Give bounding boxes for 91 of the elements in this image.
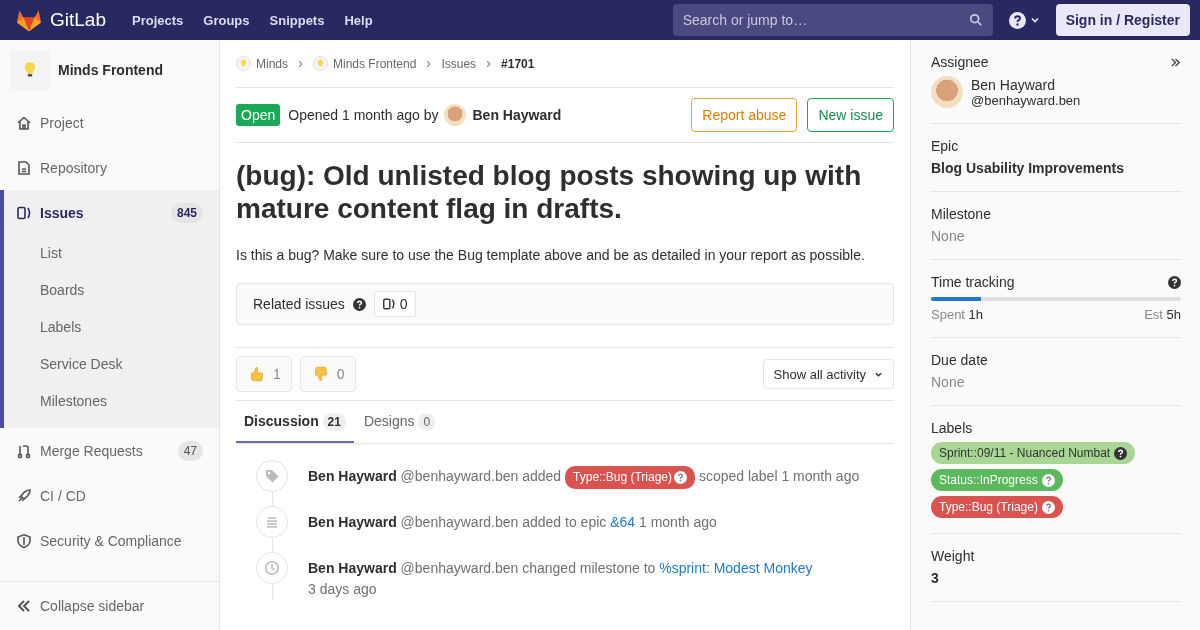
- status-badge: Open: [236, 104, 281, 126]
- new-issue-button[interactable]: New issue: [807, 98, 894, 132]
- help-icon[interactable]: [352, 297, 366, 311]
- sidebar-item[interactable]: Security & Compliance: [0, 518, 219, 563]
- help-icon[interactable]: [1114, 446, 1128, 460]
- block-title: Labels: [931, 420, 974, 436]
- label-badge[interactable]: Type::Bug (Triage): [931, 496, 1063, 518]
- block-title: Due date: [931, 352, 989, 368]
- sidebar-item[interactable]: Issues 845: [0, 190, 219, 235]
- nav-link[interactable]: Help: [334, 12, 383, 28]
- lightbulb-icon: [10, 50, 50, 90]
- expand-icon[interactable]: [1170, 56, 1181, 68]
- estimate-text: Est 5h: [1144, 307, 1181, 322]
- note-text: 3 days ago: [308, 581, 377, 597]
- fox-logo-icon[interactable]: [16, 8, 42, 32]
- related-issues-count[interactable]: 0: [373, 291, 416, 317]
- label-badge[interactable]: Sprint::09/11 - Nuanced Numbat: [931, 442, 1136, 464]
- spent-text: Spent 1h: [931, 307, 984, 322]
- nav-link[interactable]: Groups: [193, 12, 260, 28]
- lightbulb-icon: [313, 56, 328, 71]
- count-badge: 47: [177, 440, 203, 461]
- merge-request-icon: [16, 442, 32, 459]
- search-field[interactable]: Search or jump to…: [672, 4, 993, 36]
- weight-value: 3: [931, 570, 940, 586]
- caret-icon[interactable]: [1029, 15, 1040, 25]
- count-badge: 845: [170, 202, 203, 223]
- block-title: Epic: [931, 138, 960, 154]
- sidebar-item[interactable]: CI / CD: [0, 473, 219, 518]
- breadcrumb-link[interactable]: #1701: [501, 56, 535, 71]
- avatar: [444, 104, 467, 126]
- assignee-name[interactable]: Ben Hayward: [971, 76, 1081, 93]
- help-icon[interactable]: [1008, 11, 1026, 29]
- thumbs-down-button[interactable]: 0: [299, 356, 356, 392]
- sidebar-item[interactable]: Project: [0, 100, 219, 145]
- note-author[interactable]: Ben Hayward: [308, 560, 397, 576]
- issue-title: (bug): Old unlisted blog posts showing up with mature content flag in drafts.: [236, 159, 863, 225]
- sidebar-subitem[interactable]: List: [0, 235, 219, 272]
- home-icon: [16, 114, 32, 131]
- sign-in-button[interactable]: Sign in / Register: [1055, 4, 1190, 36]
- issue-description: Is this a bug? Make sure to use the Bug template above and be as detailed in your report as possible.: [236, 247, 866, 263]
- lightbulb-icon: [236, 56, 251, 71]
- milestone-value: None: [931, 228, 966, 244]
- double-chevron-icon: [16, 598, 32, 614]
- scoped-label[interactable]: Type::Bug (Triage): [565, 466, 695, 489]
- chevron-right-icon: [485, 59, 493, 68]
- note-text: @benhayward.ben added to epic: [400, 514, 607, 530]
- issues-icon: [381, 297, 396, 311]
- block-title: Milestone: [931, 206, 992, 222]
- note-text: 1 month ago: [639, 514, 717, 530]
- due-date-value: None: [931, 374, 966, 390]
- sidebar-subitem[interactable]: Milestones: [0, 383, 219, 420]
- note-text: @benhayward.ben added: [400, 468, 562, 484]
- block-title: Weight: [931, 548, 976, 564]
- note-text: scoped label 1 month ago: [698, 468, 860, 484]
- document-icon: [16, 159, 32, 176]
- search-icon: [968, 13, 983, 27]
- epic-value[interactable]: Blog Usability Improvements: [931, 160, 1181, 176]
- sidebar-subitem[interactable]: Labels: [0, 309, 219, 346]
- avatar: [931, 76, 963, 108]
- author-link[interactable]: Ben Hayward: [472, 107, 562, 123]
- project-name[interactable]: Minds Frontend: [58, 62, 163, 78]
- note-link[interactable]: %sprint: Modest Monkey: [659, 560, 813, 576]
- block-title: Assignee: [931, 54, 989, 70]
- thumbs-up-button[interactable]: 1: [236, 356, 292, 392]
- breadcrumb-link[interactable]: Minds Frontend: [333, 56, 417, 71]
- sidebar-subitem[interactable]: Boards: [0, 272, 219, 309]
- related-issues-title: Related issues: [253, 296, 345, 312]
- nav-link[interactable]: Snippets: [259, 12, 335, 28]
- sidebar-item[interactable]: Merge Requests 47: [0, 428, 219, 473]
- help-icon[interactable]: [1168, 275, 1181, 289]
- note-link[interactable]: &64: [610, 514, 636, 530]
- rocket-icon: [16, 487, 32, 504]
- tab[interactable]: Designs 0: [355, 401, 444, 443]
- note-author[interactable]: Ben Hayward: [308, 514, 397, 530]
- nav-link[interactable]: Projects: [122, 12, 194, 28]
- breadcrumb-link[interactable]: Minds: [256, 56, 288, 71]
- sidebar-subitem[interactable]: Service Desk: [0, 346, 219, 383]
- tab[interactable]: Discussion 21: [236, 401, 354, 443]
- block-title: Time tracking: [931, 274, 1015, 290]
- chevron-right-icon: [297, 59, 304, 68]
- issues-icon: [16, 204, 32, 221]
- chevron-right-icon: [425, 59, 433, 68]
- sidebar-item[interactable]: Repository: [0, 145, 219, 190]
- activity-filter-dropdown[interactable]: Show all activity: [762, 359, 894, 389]
- assignee-handle: @benhayward.ben: [971, 92, 1081, 108]
- opened-text: Opened 1 month ago by: [288, 107, 439, 123]
- note-text: @benhayward.ben changed milestone to: [400, 560, 656, 576]
- note-author[interactable]: Ben Hayward: [308, 468, 397, 484]
- breadcrumb-link[interactable]: Issues: [441, 56, 477, 71]
- logo-text[interactable]: GitLab: [50, 9, 106, 31]
- shield-icon: [16, 532, 32, 549]
